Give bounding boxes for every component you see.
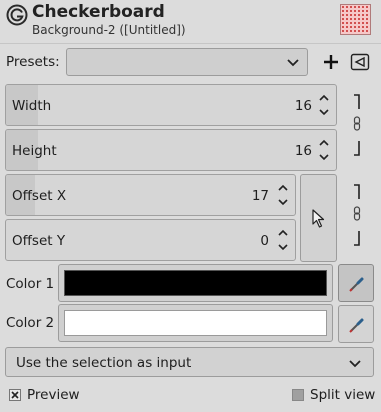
selection-input-value: Use the selection as input [16,355,192,371]
arrow-down-icon[interactable] [316,150,332,164]
preview-checkbox[interactable] [9,389,21,401]
chain-link-icon[interactable] [351,93,363,159]
color1-swatch [64,270,327,296]
offset-x-value: 17 [251,188,269,204]
gimp-filter-icon [6,4,28,26]
color2-picker-button[interactable] [338,305,374,343]
color1-picker-button[interactable] [338,264,374,302]
arrow-down-icon[interactable] [316,105,332,119]
height-value: 16 [294,143,312,159]
color1-label: Color 1 [6,276,55,292]
offset-x-stepper[interactable] [275,181,291,209]
width-label: Width [12,98,52,114]
arrow-up-icon[interactable] [275,181,291,195]
plus-icon[interactable] [320,50,342,74]
split-view-checkbox[interactable] [292,389,304,401]
dialog-title: Checkerboard [32,2,165,22]
height-stepper[interactable] [316,136,332,164]
dialog-subtitle: Background-2 ([Untitled]) [32,23,186,37]
offset-y-value: 0 [260,233,269,249]
selection-input-dropdown[interactable]: Use the selection as input [5,347,374,377]
checkerboard-pattern-icon [340,4,371,35]
color2-button[interactable] [58,304,333,342]
checkmark-icon [11,391,19,399]
arrow-down-icon[interactable] [275,195,291,209]
arrow-down-icon[interactable] [275,240,291,254]
presets-dropdown[interactable] [66,48,308,76]
presets-label: Presets: [6,54,60,70]
pick-offset-button[interactable] [300,174,337,262]
offset-y-field[interactable]: Offset Y 0 [5,219,296,261]
height-label: Height [12,143,57,159]
chevron-down-icon [287,59,299,67]
width-stepper[interactable] [316,91,332,119]
width-value: 16 [294,98,312,114]
split-view-label[interactable]: Split view [310,387,375,403]
chevron-down-icon [349,360,361,368]
height-field[interactable]: Height 16 [5,129,337,171]
color2-label: Color 2 [6,315,55,331]
mouse-pointer-icon [312,209,325,228]
color-picker-icon [349,277,364,292]
preview-label[interactable]: Preview [27,387,80,403]
offset-y-label: Offset Y [12,233,66,249]
arrow-up-icon[interactable] [316,136,332,150]
arrow-up-icon[interactable] [316,91,332,105]
chain-link-icon[interactable] [351,183,363,249]
triangle-left-icon[interactable] [348,51,372,73]
offset-x-field[interactable]: Offset X 17 [5,174,296,216]
header-divider [0,43,381,44]
arrow-up-icon[interactable] [275,226,291,240]
color1-button[interactable] [58,264,333,302]
offset-y-stepper[interactable] [275,226,291,254]
color2-swatch [64,310,327,336]
offset-x-label: Offset X [12,188,67,204]
color-picker-icon [349,318,364,333]
width-field[interactable]: Width 16 [5,84,337,126]
